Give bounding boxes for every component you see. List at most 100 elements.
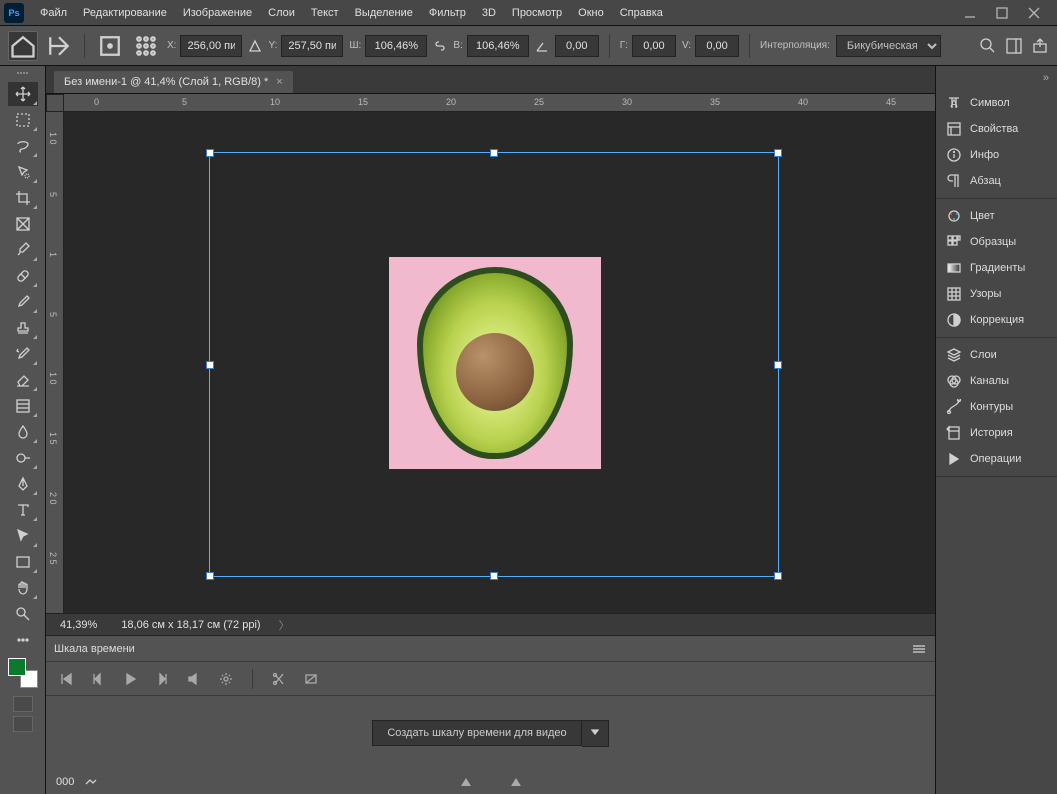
menu-image[interactable]: Изображение bbox=[175, 0, 260, 26]
panel-layers[interactable]: Слои bbox=[936, 342, 1057, 368]
convert-frames-icon[interactable] bbox=[84, 776, 98, 788]
frame-tool[interactable] bbox=[8, 212, 38, 236]
link-icon[interactable] bbox=[433, 39, 447, 53]
angle-input[interactable] bbox=[555, 35, 599, 57]
transform-handle-tm[interactable] bbox=[490, 149, 498, 157]
edit-toolbar-button[interactable] bbox=[8, 628, 38, 652]
dodge-tool[interactable] bbox=[8, 446, 38, 470]
menu-file[interactable]: Файл bbox=[32, 0, 75, 26]
gradient-tool[interactable] bbox=[8, 394, 38, 418]
transform-handle-bl[interactable] bbox=[206, 572, 214, 580]
canvas[interactable] bbox=[64, 112, 935, 613]
menu-help[interactable]: Справка bbox=[612, 0, 671, 26]
maximize-icon[interactable] bbox=[995, 6, 1009, 20]
quick-mask-button[interactable] bbox=[13, 696, 33, 712]
transform-handle-bm[interactable] bbox=[490, 572, 498, 580]
panel-swatches[interactable]: Образцы bbox=[936, 229, 1057, 255]
menu-edit[interactable]: Редактирование bbox=[75, 0, 175, 26]
panel-para[interactable]: Абзац bbox=[936, 168, 1057, 194]
pen-tool[interactable] bbox=[8, 472, 38, 496]
ref-point-icon[interactable] bbox=[95, 31, 125, 61]
zoom-level[interactable]: 41,39% bbox=[54, 619, 103, 631]
tab-close-icon[interactable]: × bbox=[276, 76, 282, 88]
transform-handle-tl[interactable] bbox=[206, 149, 214, 157]
marquee-tool[interactable] bbox=[8, 108, 38, 132]
panel-history[interactable]: История bbox=[936, 420, 1057, 446]
transform-icon[interactable] bbox=[44, 31, 74, 61]
toolbox-grip[interactable] bbox=[9, 72, 37, 78]
panel-info[interactable]: Инфо bbox=[936, 142, 1057, 168]
zoom-tool[interactable] bbox=[8, 602, 38, 626]
transform-handle-ml[interactable] bbox=[206, 361, 214, 369]
create-timeline-dropdown[interactable] bbox=[582, 720, 609, 747]
menu-filter[interactable]: Фильтр bbox=[421, 0, 474, 26]
brush-tool[interactable] bbox=[8, 290, 38, 314]
transform-handle-mr[interactable] bbox=[774, 361, 782, 369]
workspace-icon[interactable] bbox=[1005, 37, 1023, 55]
blur-tool[interactable] bbox=[8, 420, 38, 444]
ref-grid-icon[interactable] bbox=[131, 31, 161, 61]
panel-props[interactable]: Свойства bbox=[936, 116, 1057, 142]
foreground-color[interactable] bbox=[8, 658, 26, 676]
search-icon[interactable] bbox=[979, 37, 997, 55]
color-swatches[interactable] bbox=[8, 658, 38, 688]
menu-layers[interactable]: Слои bbox=[260, 0, 303, 26]
panel-adjust[interactable]: Коррекция bbox=[936, 307, 1057, 333]
panel-patterns[interactable]: Узоры bbox=[936, 281, 1057, 307]
path-select-tool[interactable] bbox=[8, 524, 38, 548]
eraser-tool[interactable] bbox=[8, 368, 38, 392]
angle-icon[interactable] bbox=[535, 39, 549, 53]
w-input[interactable] bbox=[365, 35, 427, 57]
rectangle-tool[interactable] bbox=[8, 550, 38, 574]
create-timeline-button[interactable]: Создать шкалу времени для видео bbox=[372, 720, 581, 746]
y-input[interactable] bbox=[281, 35, 343, 57]
play-icon[interactable] bbox=[120, 669, 140, 689]
prev-frame-icon[interactable] bbox=[88, 669, 108, 689]
interp-select[interactable]: Бикубическая bbox=[836, 35, 941, 57]
vertical-ruler[interactable]: 1 05151 01 52 02 5 bbox=[46, 112, 64, 613]
panel-gradients[interactable]: Градиенты bbox=[936, 255, 1057, 281]
next-frame-icon[interactable] bbox=[152, 669, 172, 689]
panel-paths[interactable]: Контуры bbox=[936, 394, 1057, 420]
timeline-zoom-slider[interactable] bbox=[461, 778, 521, 786]
panel-color[interactable]: Цвет bbox=[936, 203, 1057, 229]
delta-icon[interactable] bbox=[248, 39, 262, 53]
crop-tool[interactable] bbox=[8, 186, 38, 210]
split-icon[interactable] bbox=[269, 669, 289, 689]
menu-3d[interactable]: 3D bbox=[474, 0, 504, 26]
type-tool[interactable] bbox=[8, 498, 38, 522]
skew-v-input[interactable] bbox=[695, 35, 739, 57]
goto-start-icon[interactable] bbox=[56, 669, 76, 689]
close-icon[interactable] bbox=[1027, 6, 1041, 20]
document-tab[interactable]: Без имени-1 @ 41,4% (Слой 1, RGB/8) * × bbox=[54, 71, 293, 93]
move-tool[interactable] bbox=[8, 82, 38, 106]
collapse-panels-icon[interactable]: » bbox=[936, 72, 1057, 86]
menu-select[interactable]: Выделение bbox=[347, 0, 421, 26]
panel-menu-icon[interactable] bbox=[911, 643, 927, 655]
transform-handle-tr[interactable] bbox=[774, 149, 782, 157]
panel-actions[interactable]: Операции bbox=[936, 446, 1057, 472]
lasso-tool[interactable] bbox=[8, 134, 38, 158]
mute-icon[interactable] bbox=[184, 669, 204, 689]
settings-icon[interactable] bbox=[216, 669, 236, 689]
hand-tool[interactable] bbox=[8, 576, 38, 600]
panel-channels[interactable]: Каналы bbox=[936, 368, 1057, 394]
screen-mode-button[interactable] bbox=[13, 716, 33, 732]
x-input[interactable] bbox=[180, 35, 242, 57]
ruler-origin[interactable] bbox=[46, 94, 64, 112]
minimize-icon[interactable] bbox=[963, 6, 977, 20]
home-button[interactable] bbox=[8, 31, 38, 61]
h-input[interactable] bbox=[467, 35, 529, 57]
menu-view[interactable]: Просмотр bbox=[504, 0, 570, 26]
transform-bounding-box[interactable] bbox=[209, 152, 779, 577]
healing-tool[interactable] bbox=[8, 264, 38, 288]
panel-char[interactable]: AСимвол bbox=[936, 90, 1057, 116]
stamp-tool[interactable] bbox=[8, 316, 38, 340]
quick-select-tool[interactable] bbox=[8, 160, 38, 184]
transition-icon[interactable] bbox=[301, 669, 321, 689]
eyedropper-tool[interactable] bbox=[8, 238, 38, 262]
transform-handle-br[interactable] bbox=[774, 572, 782, 580]
status-menu-arrow[interactable]: 〉 bbox=[279, 617, 290, 633]
history-brush-tool[interactable] bbox=[8, 342, 38, 366]
menu-text[interactable]: Текст bbox=[303, 0, 347, 26]
